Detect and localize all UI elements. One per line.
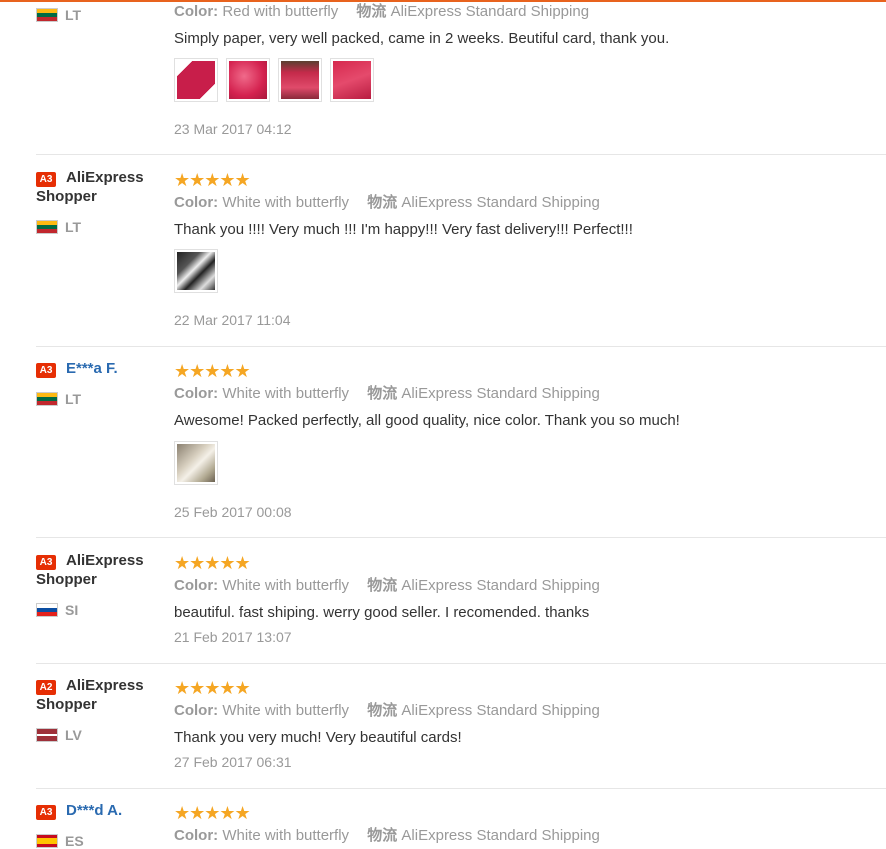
review-photo[interactable]	[278, 58, 322, 102]
color-label: Color:	[174, 702, 219, 719]
review-divider	[36, 154, 886, 155]
review-date: 23 Mar 2017 04:12	[174, 121, 292, 137]
flag-es-icon	[36, 834, 58, 848]
shipping-value: AliExpress Standard Shipping	[401, 827, 600, 844]
review-photo[interactable]	[174, 58, 218, 102]
shipping-label: 物流	[367, 827, 398, 844]
country-code: ES	[65, 833, 84, 849]
review-meta: Color: White with butterfly 物流 AliExpres…	[174, 194, 600, 212]
color-label: Color:	[174, 577, 219, 594]
flag-si-icon	[36, 603, 58, 617]
review-photo[interactable]	[330, 58, 374, 102]
shipping-value: AliExpress Standard Shipping	[401, 702, 600, 719]
country-code: SI	[65, 602, 79, 618]
shipping-value: AliExpress Standard Shipping	[401, 577, 600, 594]
top-accent-bar	[0, 0, 886, 2]
rating-stars: ★★★★★	[174, 361, 251, 381]
country-code: LT	[65, 391, 82, 407]
review-date: 21 Feb 2017 13:07	[174, 629, 292, 645]
review-date: 22 Mar 2017 11:04	[174, 312, 291, 328]
review-photo[interactable]	[174, 441, 218, 485]
color-value: White with butterfly	[222, 577, 350, 594]
buyer-country: LT	[36, 219, 156, 235]
buyer-name[interactable]: AliExpress Shopper	[36, 551, 164, 589]
flag-lv-icon	[36, 728, 58, 742]
shipping-label: 物流	[367, 702, 398, 719]
shipping-value: AliExpress Standard Shipping	[401, 385, 600, 402]
review-meta: Color: White with butterfly 物流 AliExpres…	[174, 385, 600, 403]
shipping-label: 物流	[367, 385, 398, 402]
review-text: Simply paper, very well packed, came in …	[174, 30, 670, 47]
rating-stars: ★★★★★	[174, 553, 251, 573]
review-meta: Color: White with butterfly 物流 AliExpres…	[174, 827, 600, 845]
flag-lt-icon	[36, 220, 58, 234]
review-meta: Color: White with butterfly 物流 AliExpres…	[174, 577, 600, 595]
review-date: 25 Feb 2017 00:08	[174, 504, 292, 520]
review-divider	[36, 346, 886, 347]
buyer-name[interactable]: AliExpress Shopper	[36, 676, 164, 714]
review-meta: Color: White with butterfly 物流 AliExpres…	[174, 702, 600, 720]
color-value: White with butterfly	[222, 385, 350, 402]
buyer-country: LV	[36, 727, 156, 743]
review-photo[interactable]	[226, 58, 270, 102]
review-divider	[36, 788, 886, 789]
review-divider	[36, 663, 886, 664]
buyer-country: SI	[36, 602, 156, 618]
shipping-label: 物流	[367, 194, 398, 211]
review-text: beautiful. fast shiping. werry good sell…	[174, 604, 590, 621]
rating-stars: ★★★★★	[174, 678, 251, 698]
color-label: Color:	[174, 194, 219, 211]
color-value: White with butterfly	[222, 702, 350, 719]
color-value: White with butterfly	[222, 194, 350, 211]
review-meta: Color: Red with butterfly 物流 AliExpress …	[174, 3, 589, 21]
flag-lt-icon	[36, 8, 58, 22]
rating-stars: ★★★★★	[174, 170, 251, 190]
shipping-value: AliExpress Standard Shipping	[390, 3, 590, 20]
review-divider	[36, 537, 886, 538]
buyer-country: LT	[36, 7, 156, 23]
color-label: Color:	[174, 827, 219, 844]
buyer-name[interactable]: E***a F.	[36, 359, 164, 378]
color-value: White with butterfly	[222, 827, 350, 844]
rating-stars: ★★★★★	[174, 803, 251, 823]
review-photo[interactable]	[174, 249, 218, 293]
buyer-name[interactable]: D***d A.	[36, 801, 164, 820]
shipping-label: 物流	[356, 3, 387, 20]
buyer-country: ES	[36, 833, 156, 849]
flag-lt-icon	[36, 392, 58, 406]
country-code: LT	[65, 219, 82, 235]
review-text: Thank you !!!! Very much !!! I'm happy!!…	[174, 221, 633, 238]
buyer-name[interactable]: AliExpress Shopper	[36, 168, 164, 206]
review-text: Thank you very much! Very beautiful card…	[174, 729, 462, 746]
color-label: Color:	[174, 385, 219, 402]
buyer-country: LT	[36, 391, 156, 407]
review-date: 27 Feb 2017 06:31	[174, 754, 292, 770]
country-code: LV	[65, 727, 82, 743]
shipping-value: AliExpress Standard Shipping	[401, 194, 600, 211]
shipping-label: 物流	[367, 577, 398, 594]
review-text: Awesome! Packed perfectly, all good qual…	[174, 412, 680, 429]
color-value: Red with butterfly	[222, 3, 339, 20]
color-label: Color:	[174, 3, 219, 20]
country-code: LT	[65, 7, 82, 23]
